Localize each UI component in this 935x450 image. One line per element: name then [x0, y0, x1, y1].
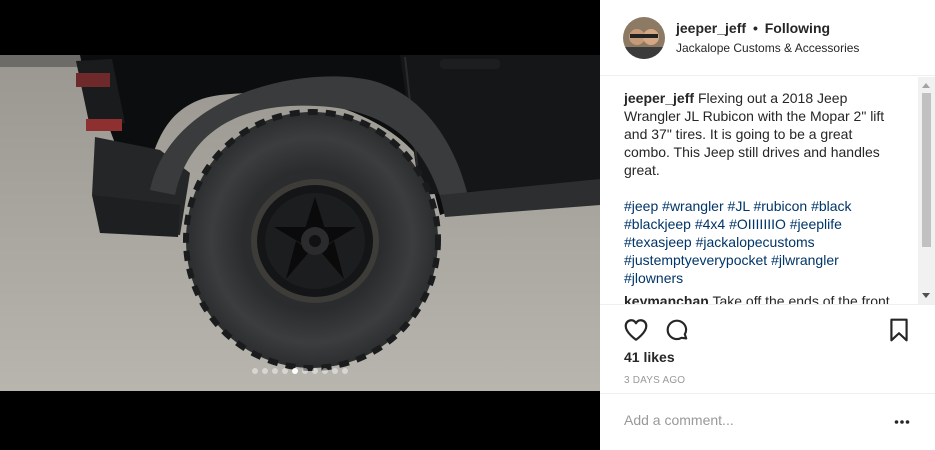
location-link[interactable]: Jackalope Customs & Accessories — [676, 41, 859, 55]
carousel-dot — [342, 368, 348, 374]
carousel-indicator — [0, 368, 600, 374]
hashtag-link[interactable]: #OIIIIIIIO — [729, 216, 786, 232]
carousel-dot — [262, 368, 268, 374]
carousel-dot — [312, 368, 318, 374]
comment-item: keymanchan Take off the ends of the fron… — [624, 293, 896, 304]
post-photo — [0, 55, 600, 391]
carousel-dot — [282, 368, 288, 374]
hashtag-link[interactable]: #jlwrangler — [771, 252, 839, 268]
carousel-dot — [332, 368, 338, 374]
comments-scrollbar[interactable] — [918, 77, 935, 304]
likes-count[interactable]: 41 likes — [624, 349, 675, 365]
action-bar — [600, 304, 935, 352]
comment-username[interactable]: keymanchan — [624, 293, 709, 304]
hashtag-link[interactable]: #jackalopecustoms — [696, 234, 815, 250]
heart-icon[interactable] — [623, 317, 649, 343]
scroll-up-arrow[interactable] — [922, 83, 930, 88]
carousel-dot — [322, 368, 328, 374]
hashtag-link[interactable]: #wrangler — [662, 198, 723, 214]
post-header: jeeper_jeff • Following Jackalope Custom… — [600, 0, 935, 76]
carousel-dot — [252, 368, 258, 374]
hashtag-link[interactable]: #jlowners — [624, 270, 683, 286]
hashtag-link[interactable]: #texasjeep — [624, 234, 692, 250]
comments-section[interactable]: jeeper_jeff Flexing out a 2018 Jeep Wran… — [600, 77, 935, 304]
post-header-row: jeeper_jeff • Following — [676, 20, 859, 36]
hashtag-link[interactable]: #black — [811, 198, 851, 214]
post-timestamp[interactable]: 3 DAYS AGO — [624, 375, 685, 386]
more-options-icon[interactable] — [894, 417, 910, 427]
hashtag-link[interactable]: #JL — [728, 198, 750, 214]
carousel-dot — [302, 368, 308, 374]
header-separator: • — [752, 20, 758, 36]
hashtag-link[interactable]: #justemptyeverypocket — [624, 252, 767, 268]
add-comment-input[interactable]: Add a comment... — [624, 412, 734, 428]
bookmark-icon[interactable] — [886, 317, 912, 343]
caption: jeeper_jeff Flexing out a 2018 Jeep Wran… — [624, 89, 896, 287]
username-link[interactable]: jeeper_jeff — [676, 20, 746, 36]
comment-icon[interactable] — [664, 317, 690, 343]
hashtag-link[interactable]: #blackjeep — [624, 216, 691, 232]
scrollbar-thumb[interactable] — [922, 93, 931, 247]
following-button[interactable]: Following — [765, 20, 830, 36]
hashtag-list: #jeep #wrangler #JL #rubicon #black #bla… — [624, 197, 896, 287]
post-details-panel: jeeper_jeff • Following Jackalope Custom… — [600, 0, 935, 450]
caption-username[interactable]: jeeper_jeff — [624, 90, 694, 106]
jeep-tire-photo — [0, 55, 600, 391]
hashtag-link[interactable]: #4x4 — [695, 216, 725, 232]
hashtag-link[interactable]: #jeep — [624, 198, 658, 214]
add-comment-bar: Add a comment... — [600, 393, 935, 450]
carousel-dot — [292, 368, 298, 374]
post-header-text: jeeper_jeff • Following Jackalope Custom… — [676, 20, 859, 55]
hashtag-link[interactable]: #rubicon — [753, 198, 807, 214]
avatar[interactable] — [623, 16, 665, 59]
carousel-dot — [272, 368, 278, 374]
scroll-down-arrow[interactable] — [922, 293, 930, 298]
comment-text: Take off the ends of the front — [712, 293, 890, 304]
post-media[interactable] — [0, 0, 600, 450]
hashtag-link[interactable]: #jeeplife — [790, 216, 842, 232]
